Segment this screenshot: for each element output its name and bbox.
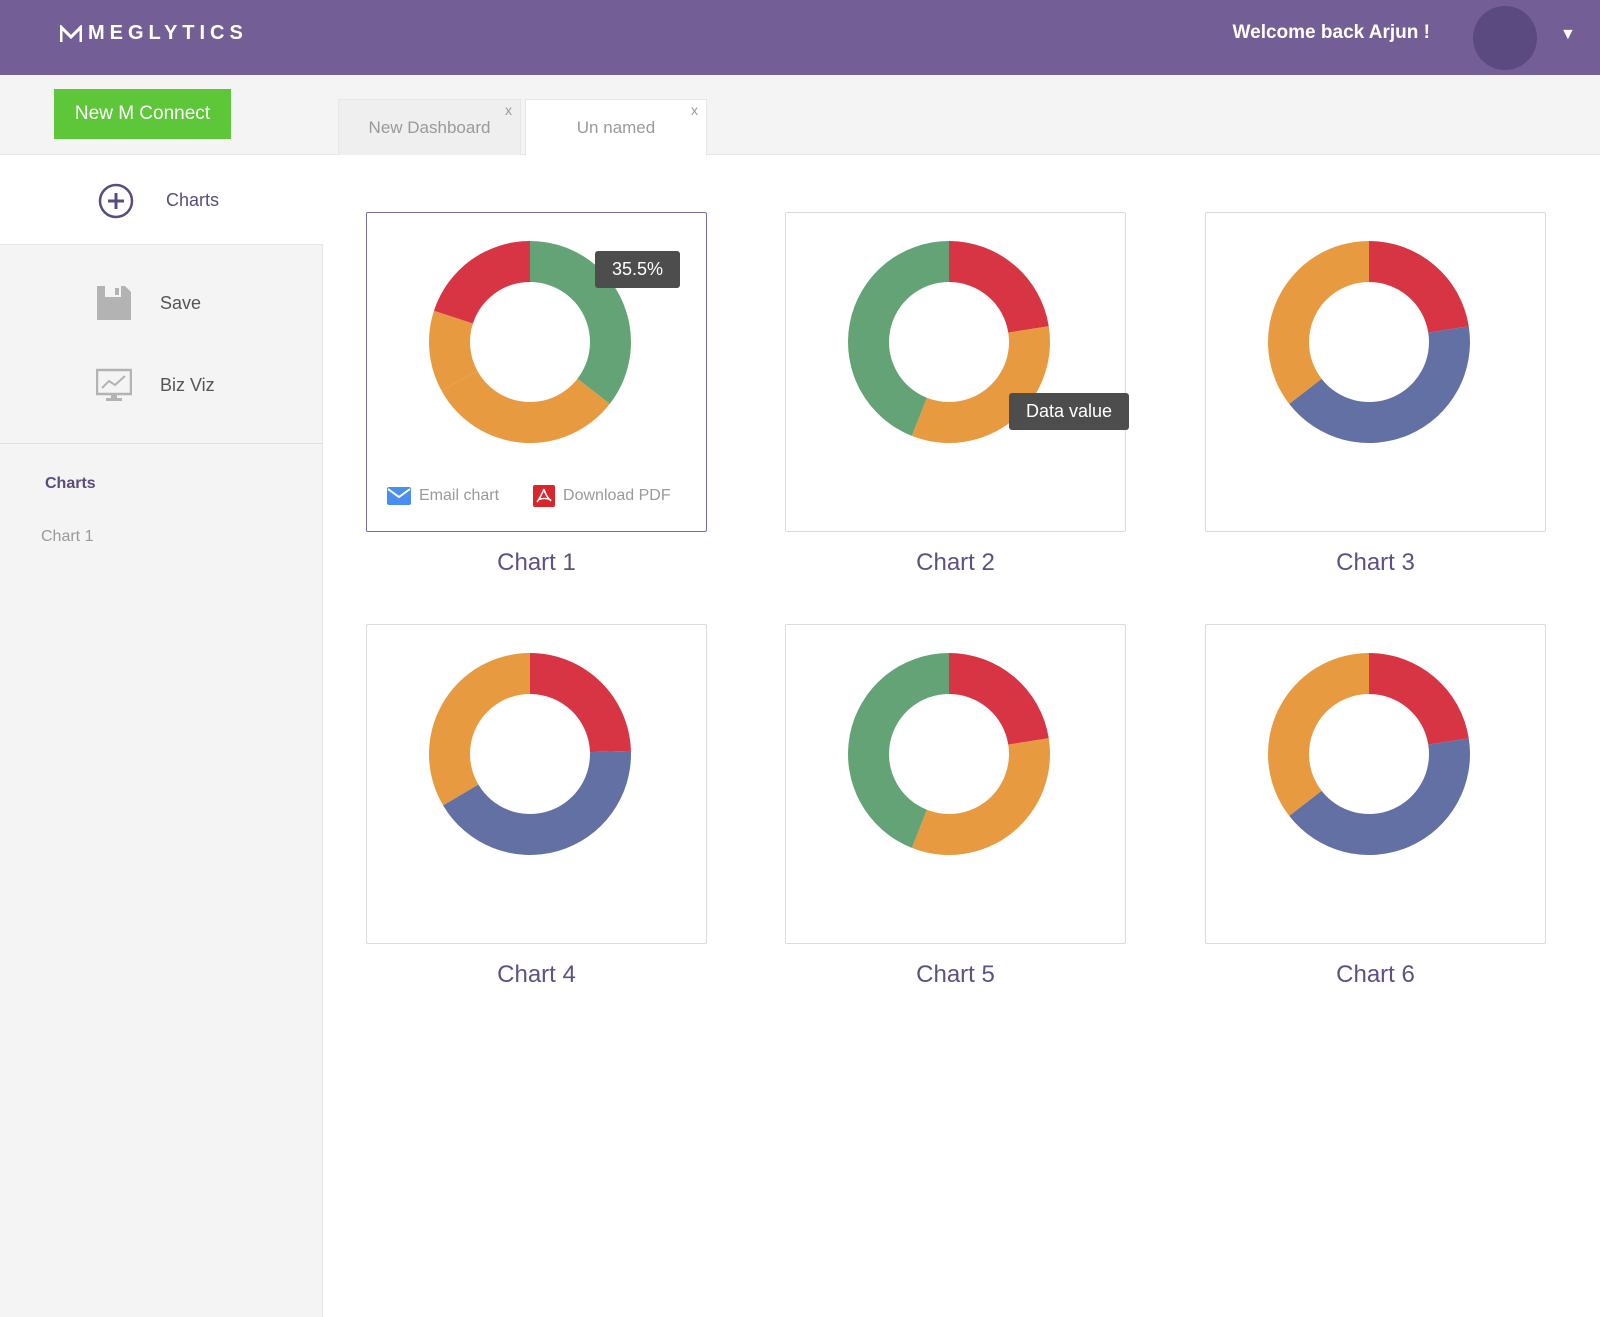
sidebar-item-label: Save [160, 293, 202, 313]
chart-actions: Email chart Download PDF [387, 485, 697, 507]
donut-slice[interactable] [911, 738, 1050, 855]
chart-title[interactable]: Chart 2 [785, 549, 1126, 577]
logo-text: MEGLYTICS [88, 22, 248, 44]
top-bar: MEGLYTICS Welcome back Arjun ! ▼ [0, 0, 1600, 75]
donut-slice[interactable] [949, 653, 1049, 745]
data-tooltip: 35.5% [595, 251, 681, 288]
tab-un-named[interactable]: Un named x [525, 99, 707, 156]
chart-card[interactable]: 35.5% Email chart Download PDF [366, 212, 707, 532]
close-tab-icon[interactable]: x [691, 102, 698, 118]
welcome-message: Welcome back Arjun ! [1232, 22, 1430, 43]
donut-slice[interactable] [1369, 653, 1469, 745]
donut-slice[interactable] [1289, 738, 1470, 855]
tab-label: Un named [576, 118, 656, 137]
chart-title[interactable]: Chart 3 [1205, 549, 1546, 577]
donut-slice[interactable] [1289, 326, 1470, 443]
sidebar-divider [0, 443, 323, 444]
donut-slice[interactable] [530, 653, 631, 753]
sidebar-item-chart-1[interactable]: Chart 1 [41, 528, 93, 546]
sidebar-item-label: Biz Viz [160, 375, 215, 395]
logo[interactable]: MEGLYTICS [60, 22, 248, 45]
chart-card[interactable] [1205, 624, 1546, 944]
sidebar-item-label: Charts [166, 190, 220, 210]
avatar[interactable] [1473, 6, 1537, 70]
data-tooltip: Data value [1009, 393, 1130, 430]
new-m-connect-button[interactable]: New M Connect [54, 89, 231, 139]
donut-slice[interactable] [949, 241, 1049, 333]
envelope-icon [387, 487, 411, 505]
donut-chart [848, 653, 1050, 855]
monitor-chart-icon [96, 368, 132, 401]
sidebar-item-save[interactable]: Save [0, 273, 323, 333]
tab-new-dashboard[interactable]: New Dashboard x [338, 99, 521, 155]
close-tab-icon[interactable]: x [505, 102, 512, 118]
sidebar-item-biz-viz[interactable]: Biz Viz [0, 355, 323, 415]
tab-label: New Dashboard [368, 117, 491, 137]
email-chart-label: Email chart [419, 487, 500, 504]
donut-slice[interactable] [1268, 241, 1369, 404]
sidebar-section-heading: Charts [45, 475, 96, 492]
save-floppy-icon [97, 286, 131, 320]
donut-slice[interactable] [433, 241, 530, 324]
chart-card[interactable] [1205, 212, 1546, 532]
add-circle-icon [98, 183, 134, 219]
chart-title[interactable]: Chart 6 [1205, 961, 1546, 989]
sidebar: Charts Save Biz Viz Charts Chart 1 [0, 155, 323, 1317]
donut-chart [1268, 653, 1470, 855]
donut-chart [429, 653, 631, 855]
email-chart-button[interactable]: Email chart [387, 487, 499, 505]
chart-title[interactable]: Chart 1 [366, 549, 707, 577]
donut-chart [1268, 241, 1470, 443]
donut-slice[interactable] [1268, 653, 1369, 816]
dashboard-tab-bar: New M Connect New Dashboard x Un named x [0, 75, 1600, 156]
download-pdf-label: Download PDF [563, 487, 671, 504]
chart-title[interactable]: Chart 4 [366, 961, 707, 989]
caret-down-icon[interactable]: ▼ [1560, 26, 1576, 44]
chart-card[interactable] [366, 624, 707, 944]
meglytics-logo-icon [60, 24, 82, 42]
pdf-icon [533, 485, 556, 507]
chart-card[interactable] [785, 624, 1126, 944]
chart-title[interactable]: Chart 5 [785, 961, 1126, 989]
download-pdf-button[interactable]: Download PDF [533, 485, 671, 507]
donut-slice[interactable] [429, 653, 530, 806]
sidebar-item-add-chart[interactable]: Charts [0, 155, 323, 245]
chart-card[interactable]: Data value [785, 212, 1130, 532]
donut-slice[interactable] [1369, 241, 1469, 333]
